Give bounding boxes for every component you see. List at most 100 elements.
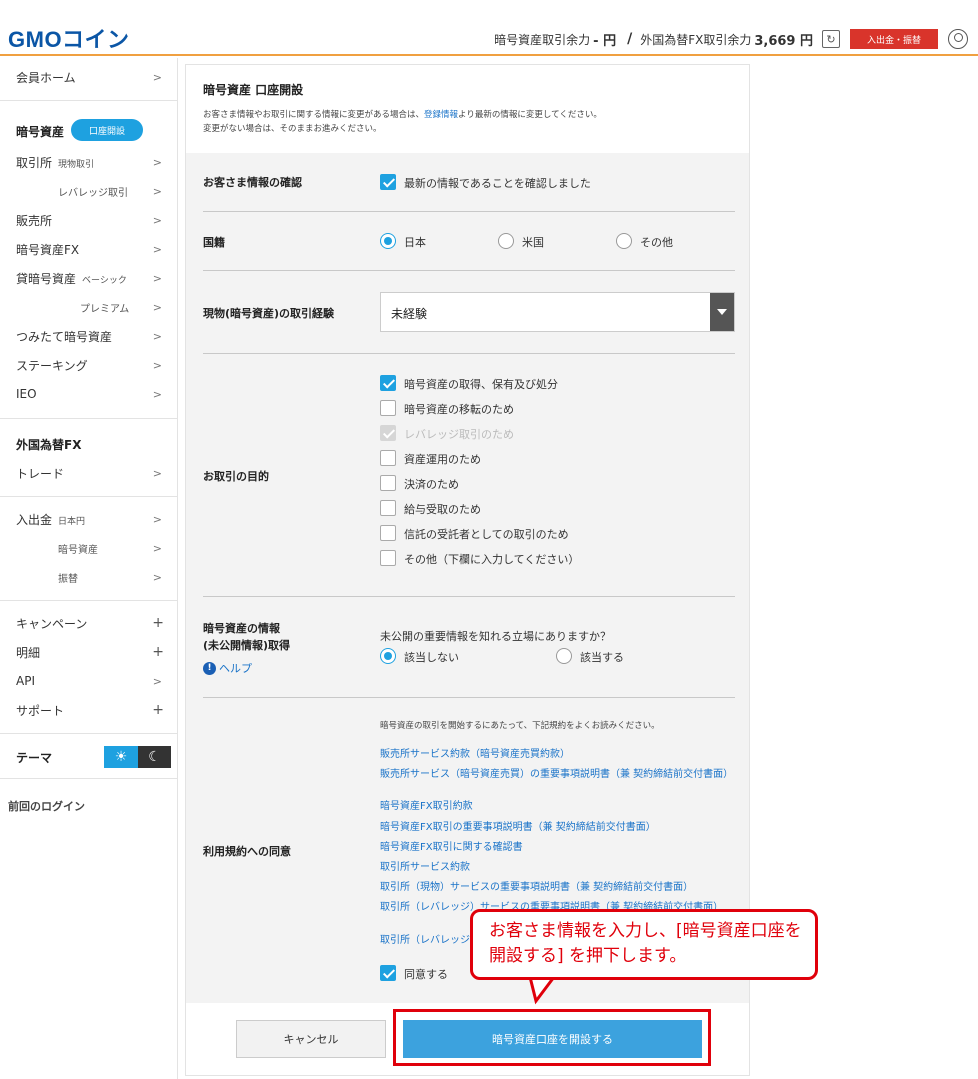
- registration-info-link[interactable]: 登録情報: [424, 110, 458, 120]
- chevron-down-icon[interactable]: [710, 293, 734, 331]
- sun-icon[interactable]: ☀: [104, 746, 138, 768]
- insider-option-label: 該当しない: [404, 651, 459, 664]
- sidebar-item-sales[interactable]: 販売所 >: [0, 206, 178, 234]
- purpose-option-label: 給与受取のため: [404, 503, 481, 516]
- sidebar-item-deposit-jpy[interactable]: 入出金 日本円 >: [0, 505, 178, 533]
- nationality-option-label: 米国: [522, 236, 544, 249]
- chevron-right-icon: >: [152, 329, 162, 343]
- sidebar-divider: [0, 418, 178, 419]
- sidebar-divider: [0, 100, 178, 101]
- chevron-right-icon: >: [152, 155, 162, 169]
- purpose-checkbox[interactable]: [380, 550, 396, 566]
- sidebar-heading-fx: 外国為替FX: [16, 438, 82, 452]
- purpose-checkbox[interactable]: [380, 450, 396, 466]
- user-icon[interactable]: [948, 29, 968, 49]
- refresh-icon[interactable]: ↻: [822, 30, 840, 48]
- row-divider: [203, 211, 735, 212]
- sidebar-item-statement[interactable]: 明細 +: [0, 638, 178, 666]
- sidebar-item-support[interactable]: サポート +: [0, 696, 178, 724]
- card-description: お客さま情報やお取引に関する情報に変更がある場合は、登録情報より最新の情報に変更…: [203, 110, 602, 134]
- gmo-coin-logo[interactable]: GMOコイン: [8, 22, 130, 54]
- terms-link[interactable]: 暗号資産FX取引の重要事項説明書（兼 契約締結前交付書面）: [380, 822, 740, 834]
- purpose-option-label: 資産運用のため: [404, 453, 481, 466]
- open-account-pill[interactable]: 口座開設: [71, 119, 143, 141]
- chevron-right-icon: >: [152, 570, 162, 584]
- card-header: 暗号資産 口座開設 お客さま情報やお取引に関する情報に変更がある場合は、登録情報…: [186, 65, 749, 153]
- chevron-right-icon: >: [152, 184, 162, 198]
- sidebar-item-api[interactable]: API >: [0, 667, 178, 695]
- agree-checkbox[interactable]: [380, 965, 396, 981]
- purpose-checkbox[interactable]: [380, 375, 396, 391]
- purpose-option-label: レバレッジ取引のため: [404, 428, 514, 441]
- chevron-right-icon: >: [152, 70, 162, 84]
- sidebar-item-transfer[interactable]: 振替 >: [0, 563, 178, 591]
- terms-link[interactable]: 取引所（現物）サービスの重要事項説明書（兼 契約締結前交付書面）: [380, 882, 740, 894]
- sidebar-item-trade[interactable]: トレード >: [0, 459, 178, 487]
- plus-icon: +: [152, 644, 164, 660]
- nationality-radio-us[interactable]: [498, 233, 514, 249]
- header-balances: 暗号資産取引余力 - 円 / 外国為替FX取引余力 3,669 円 ↻ 入出金・…: [494, 27, 968, 51]
- chevron-right-icon: >: [152, 213, 162, 227]
- submit-highlight-box: [393, 1009, 711, 1066]
- insider-radio-yes[interactable]: [556, 648, 572, 664]
- terms-link[interactable]: 暗号資産FX取引に関する確認書: [380, 842, 740, 854]
- row-divider: [203, 596, 735, 597]
- sidebar-item-deposit-crypto[interactable]: 暗号資産 >: [0, 534, 178, 562]
- terms-link[interactable]: 販売所サービス（暗号資産売買）の重要事項説明書（兼 契約締結前交付書面）: [380, 769, 740, 781]
- chevron-right-icon: >: [152, 271, 162, 285]
- purpose-option-label: その他（下欄に入力してください）: [404, 553, 580, 566]
- sidebar-item-staking[interactable]: ステーキング >: [0, 351, 178, 379]
- sidebar-item-exchange[interactable]: 取引所 現物取引 >: [0, 148, 178, 176]
- sidebar-divider: [0, 496, 178, 497]
- experience-select[interactable]: 未経験: [380, 292, 735, 332]
- sidebar-item-member-home[interactable]: 会員ホーム >: [0, 63, 178, 91]
- sidebar-divider: [0, 600, 178, 601]
- terms-intro: 暗号資産の取引を開始するにあたって、下記規約をよくお読みください。: [380, 721, 660, 731]
- nationality-option-label: 日本: [404, 236, 426, 249]
- sidebar-item-campaign[interactable]: キャンペーン +: [0, 609, 178, 637]
- experience-label: 現物(暗号資産)の取引経験: [203, 307, 335, 320]
- theme-label: テーマ: [16, 751, 53, 765]
- form-body: お客さま情報の確認 最新の情報であることを確認しました 国籍 日本 米国 その他…: [186, 153, 749, 1003]
- nationality-radio-other[interactable]: [616, 233, 632, 249]
- sidebar-item-tsumitate[interactable]: つみたて暗号資産 >: [0, 322, 178, 350]
- help-link[interactable]: ! ヘルプ: [203, 660, 252, 676]
- insider-radio-no[interactable]: [380, 648, 396, 664]
- terms-link[interactable]: 取引所サービス約款: [380, 862, 740, 874]
- sidebar-heading-crypto: 暗号資産: [16, 125, 65, 139]
- confirm-checkbox[interactable]: [380, 174, 396, 190]
- nationality-radio-japan[interactable]: [380, 233, 396, 249]
- purpose-option-label: 信託の受託者としての取引のため: [404, 528, 569, 541]
- sidebar-item-lending[interactable]: 貸暗号資産 ベーシック >: [0, 264, 178, 292]
- insider-question: 未公開の重要情報を知れる立場にありますか？: [380, 630, 611, 643]
- moon-icon[interactable]: ☾: [138, 746, 171, 768]
- plus-icon: +: [152, 702, 164, 718]
- purpose-label: お取引の目的: [203, 470, 269, 483]
- row-divider: [203, 697, 735, 698]
- purpose-checkbox[interactable]: [380, 525, 396, 541]
- fx-balance-value: 3,669 円: [754, 33, 813, 49]
- nationality-label: 国籍: [203, 236, 225, 249]
- sidebar-item-crypto-fx[interactable]: 暗号資産FX >: [0, 235, 178, 263]
- purpose-checkbox[interactable]: [380, 500, 396, 516]
- page-title: 暗号資産 口座開設: [203, 83, 304, 97]
- chevron-right-icon: >: [152, 541, 162, 555]
- chevron-right-icon: >: [152, 674, 162, 688]
- terms-label: 利用規約への同意: [203, 845, 291, 858]
- theme-toggle[interactable]: ☀ ☾: [104, 746, 171, 768]
- sidebar-item-lending-premium[interactable]: プレミアム >: [0, 293, 178, 321]
- terms-link[interactable]: 暗号資産FX取引約款: [380, 801, 740, 813]
- cancel-button[interactable]: キャンセル: [236, 1020, 386, 1058]
- sidebar-item-ieo[interactable]: IEO >: [0, 380, 178, 408]
- purpose-checkbox[interactable]: [380, 400, 396, 416]
- terms-link[interactable]: 販売所サービス約款（暗号資産売買約款）: [380, 749, 740, 761]
- purpose-option-label: 暗号資産の取得、保有及び処分: [404, 378, 558, 391]
- deposit-transfer-button[interactable]: 入出金・振替: [850, 29, 938, 49]
- purpose-option-label: 暗号資産の移転のため: [404, 403, 514, 416]
- top-header: GMOコイン 暗号資産取引余力 - 円 / 外国為替FX取引余力 3,669 円…: [0, 0, 978, 56]
- purpose-checkbox[interactable]: [380, 475, 396, 491]
- instruction-callout: お客さま情報を入力し、[暗号資産口座を開設する] を押下します。: [470, 909, 818, 980]
- sidebar-item-exchange-leverage[interactable]: レバレッジ取引 >: [0, 177, 178, 205]
- sidebar-divider: [0, 733, 178, 734]
- info-icon: !: [203, 661, 216, 675]
